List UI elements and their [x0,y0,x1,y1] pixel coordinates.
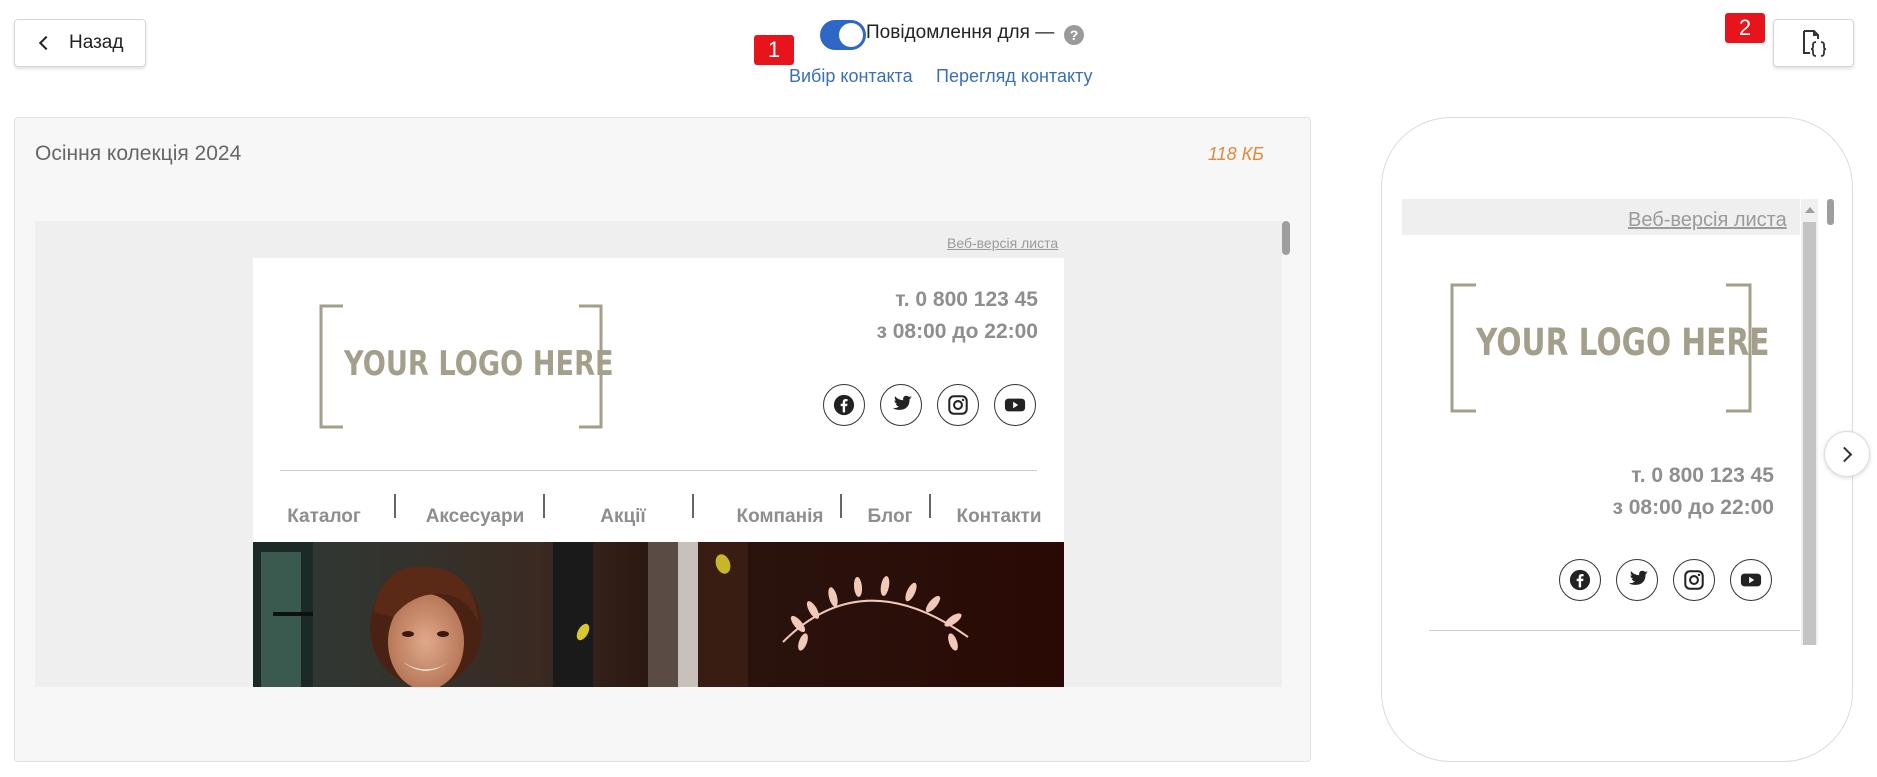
preview-scrollbar[interactable] [1282,221,1290,255]
select-contact-link[interactable]: Вибір контакта [789,66,913,87]
mobile-logo-placeholder: YOUR LOGO HERE [1476,321,1770,364]
youtube-icon [1004,398,1026,412]
nav-contacts[interactable]: Контакти [937,506,1061,528]
desktop-email-preview[interactable]: Веб-версія листа YOUR LOGO HERE т. 0 800… [35,221,1282,687]
file-code-icon [1802,30,1826,57]
facebook-icon [1569,569,1591,591]
nav-separator [394,494,396,518]
next-button[interactable] [1824,431,1870,477]
email-size: 118 КБ [1207,144,1264,164]
email-body: YOUR LOGO HERE т. 0 800 123 45 з 08:00 д… [253,258,1064,687]
instagram-icon [948,395,968,415]
mobile-instagram-button[interactable] [1673,559,1715,601]
youtube-button[interactable] [994,384,1036,426]
instagram-button[interactable] [937,384,979,426]
nav-company[interactable]: Компанія [713,506,847,528]
mobile-outer-scrollbar[interactable] [1827,199,1834,225]
nav-promotions[interactable]: Акції [553,506,693,528]
nav-separator [929,494,931,518]
logo-placeholder: YOUR LOGO HERE [344,344,614,384]
nav-separator [840,494,842,518]
view-contact-link[interactable]: Перегляд контакту [936,66,1093,87]
nav-separator [543,494,545,518]
youtube-icon [1740,573,1762,587]
chevron-left-icon [38,35,54,51]
toggle-knob [839,23,863,47]
chevron-right-icon [1836,446,1853,462]
twitter-icon [892,395,912,410]
mobile-facebook-button[interactable] [1559,559,1601,601]
hero-banner-image [253,542,1064,687]
mobile-header-divider [1429,630,1800,631]
mobile-scrollbar-thumb[interactable] [1803,222,1816,645]
nav-accessories[interactable]: Аксесуари [413,506,537,528]
message-for-toggle[interactable] [820,20,866,50]
mobile-email-preview[interactable]: Веб-версія листа YOUR LOGO HERE т. 0 800… [1402,199,1800,645]
annotation-badge-2: 2 [1725,13,1765,43]
nav-blog[interactable]: Блог [849,506,931,528]
scroll-up-arrow-icon[interactable] [1805,207,1815,213]
web-version-link[interactable]: Веб-версія листа [947,235,1058,251]
instagram-icon [1684,570,1704,590]
header-divider [280,470,1037,471]
phone-number: т. 0 800 123 45 [895,288,1038,311]
facebook-button[interactable] [823,384,865,426]
annotation-badge-1: 1 [754,35,794,65]
mobile-twitter-button[interactable] [1616,559,1658,601]
help-icon[interactable]: ? [1064,25,1084,45]
nav-catalog[interactable]: Каталог [275,506,373,528]
facebook-icon [833,394,855,416]
campaign-title: Осіння колекція 2024 [35,142,242,165]
working-hours: з 08:00 до 22:00 [876,320,1038,343]
nav-separator [692,494,694,518]
mobile-working-hours: з 08:00 до 22:00 [1612,496,1774,519]
back-button[interactable]: Назад [14,19,146,67]
mobile-youtube-button[interactable] [1730,559,1772,601]
mobile-web-version-link[interactable]: Веб-версія листа [1628,209,1787,232]
mobile-phone-number: т. 0 800 123 45 [1631,464,1774,487]
twitter-button[interactable] [880,384,922,426]
toggle-label: Повідомлення для — [866,22,1055,43]
back-button-label: Назад [69,32,124,53]
html-code-button[interactable] [1773,19,1854,67]
twitter-icon [1628,570,1648,585]
